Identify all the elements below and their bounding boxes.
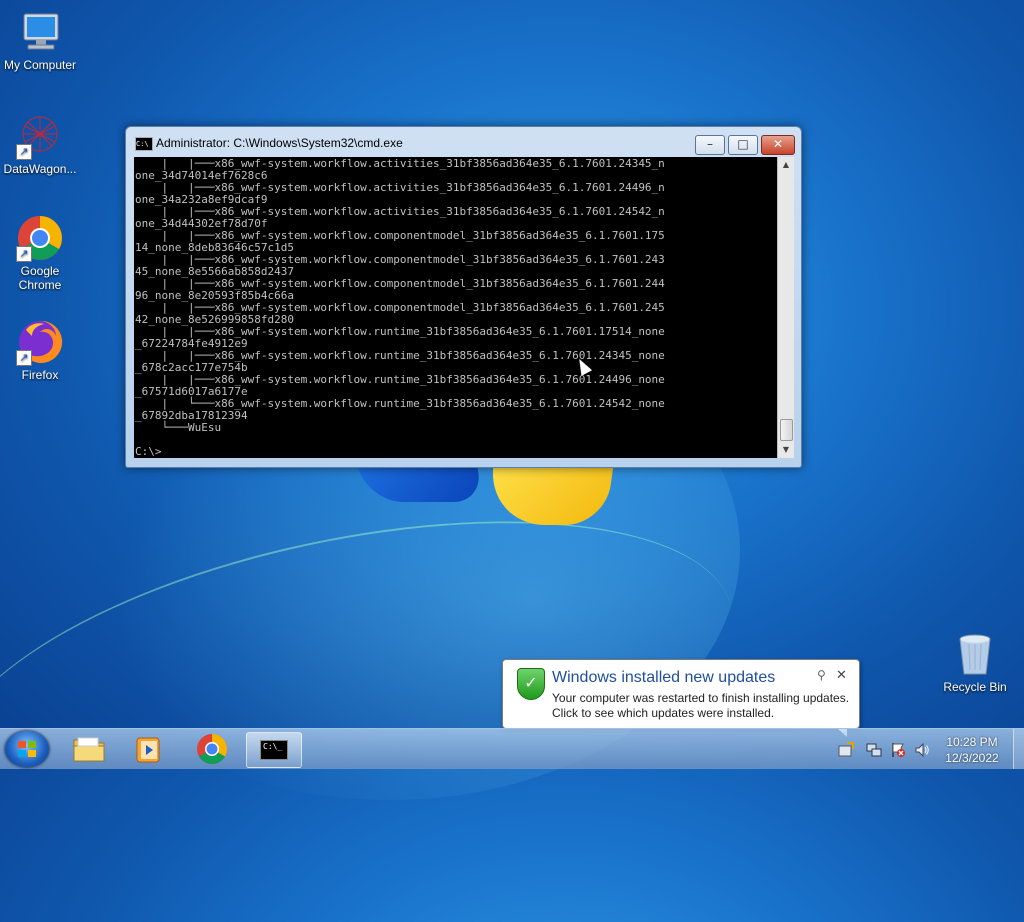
notification-close-button[interactable]: ✕ — [836, 667, 847, 683]
desktop-icon-firefox[interactable]: ↗ Firefox — [0, 318, 80, 382]
notification-title: Windows installed new updates — [552, 669, 776, 686]
media-player-icon — [136, 737, 160, 763]
chrome-icon — [197, 734, 228, 765]
action-center-flag-icon[interactable] — [890, 742, 906, 757]
cmd-output: | |───x86_wwf-system.workflow.activities… — [134, 157, 777, 458]
taskbar-explorer-button[interactable] — [62, 732, 116, 766]
desktop-icon-my-computer[interactable]: My Computer — [0, 8, 80, 72]
shortcut-arrow-icon: ↗ — [16, 144, 32, 160]
firefox-icon: ↗ — [16, 318, 64, 366]
chrome-icon: ↗ — [16, 214, 64, 262]
notification-line-2: Click to see which updates were installe… — [552, 706, 775, 720]
desktop-icon-label: DataWagon... — [3, 162, 77, 176]
taskbar-media-player-button[interactable] — [122, 732, 176, 766]
pin-icon[interactable]: ⚲ — [817, 668, 826, 682]
system-clock[interactable]: 10:28 PM 12/3/2022 — [936, 734, 1008, 766]
volume-icon[interactable] — [914, 742, 930, 758]
maximize-button[interactable]: □ — [728, 135, 758, 155]
desktop-icon-google-chrome[interactable]: ↗ Google Chrome — [0, 214, 80, 292]
datawagon-icon: ↗ — [16, 112, 64, 160]
minimize-button[interactable]: – — [695, 135, 725, 155]
desktop-icon-label: Firefox — [21, 368, 59, 382]
cmd-titlebar[interactable]: C:\ Administrator: C:\Windows\System32\c… — [126, 127, 801, 157]
shield-check-icon: ✓ — [517, 668, 545, 700]
update-notification-balloon[interactable]: ✓ Windows installed new updates Your com… — [502, 659, 860, 737]
taskbar-chrome-button[interactable] — [185, 732, 239, 766]
clock-date: 12/3/2022 — [945, 751, 999, 765]
close-button[interactable]: ✕ — [761, 135, 795, 155]
taskbar: C:\_ 10:28 PM 12/3/2022 — [0, 728, 1024, 769]
desktop-icon-datawagon[interactable]: ↗ DataWagon... — [0, 112, 80, 176]
desktop-icon-label: Recycle Bin — [943, 680, 1007, 694]
notification-line-1: Your computer was restarted to finish in… — [552, 691, 850, 705]
cmd-console[interactable]: | |───x86_wwf-system.workflow.activities… — [134, 157, 777, 458]
cmd-window-title: Administrator: C:\Windows\System32\cmd.e… — [156, 136, 403, 150]
windows-logo-icon — [18, 741, 36, 757]
desktop-icon-recycle-bin[interactable]: Recycle Bin — [935, 630, 1015, 694]
network-icon[interactable] — [866, 742, 882, 757]
recycle-bin-icon — [951, 630, 999, 678]
windows-update-tray-icon[interactable] — [838, 742, 854, 757]
taskbar-cmd-button[interactable]: C:\_ — [246, 732, 302, 768]
start-button[interactable] — [5, 731, 49, 767]
scroll-down-arrow-icon[interactable]: ▼ — [778, 442, 794, 458]
vertical-scrollbar[interactable]: ▲ ▼ — [777, 157, 794, 458]
show-desktop-button[interactable] — [1013, 729, 1024, 769]
cmd-icon: C:\_ — [260, 740, 288, 760]
cmd-window[interactable]: C:\ Administrator: C:\Windows\System32\c… — [125, 126, 802, 468]
scroll-thumb[interactable] — [780, 419, 793, 441]
folder-icon — [73, 737, 105, 762]
shortcut-arrow-icon: ↗ — [16, 246, 32, 262]
shortcut-arrow-icon: ↗ — [16, 350, 32, 366]
desktop-icon-label: Google Chrome — [18, 264, 62, 292]
computer-icon — [16, 8, 64, 56]
desktop-icon-label: My Computer — [3, 58, 77, 72]
cmd-app-icon: C:\ — [135, 137, 153, 151]
cmd-line: └───WuEsu — [135, 421, 222, 434]
cmd-prompt: C:\> — [135, 445, 162, 458]
clock-time: 10:28 PM — [946, 735, 998, 749]
scroll-up-arrow-icon[interactable]: ▲ — [778, 157, 794, 173]
